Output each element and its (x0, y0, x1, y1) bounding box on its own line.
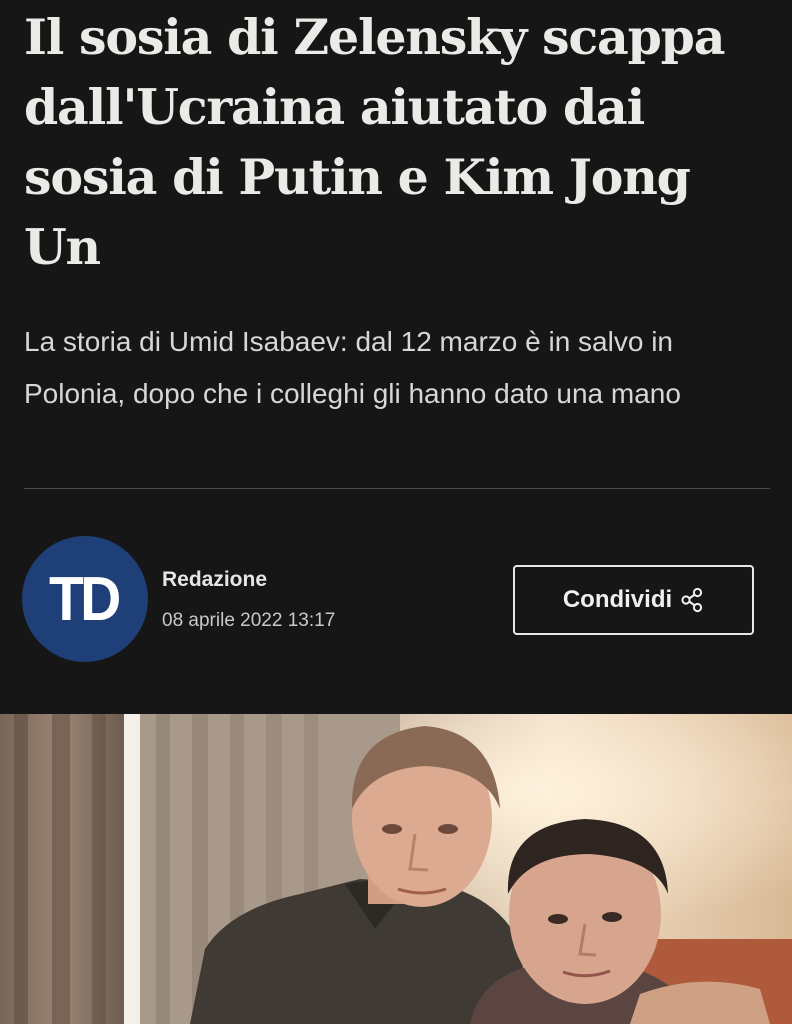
divider (24, 488, 770, 489)
publisher-logo-text: TD (48, 564, 121, 634)
share-button[interactable]: Condividi (513, 565, 754, 635)
article-photo[interactable] (0, 714, 792, 1024)
author-name[interactable]: Redazione (162, 568, 267, 592)
share-button-label: Condividi (562, 586, 673, 613)
byline: TD Redazione 08 aprile 2022 13:17 Condiv… (0, 530, 792, 670)
publish-date: 08 aprile 2022 13:17 (162, 610, 336, 631)
article-headline: Il sosia di Zelensky scappa dall'Ucraina… (24, 8, 725, 276)
article-view: Il sosia di Zelensky scappa dall'Ucraina… (0, 0, 792, 1024)
share-icon (680, 587, 704, 613)
publisher-logo[interactable]: TD (22, 536, 148, 662)
article-subtitle: La storia di Umid Isabaev: dal 12 marzo … (24, 326, 681, 409)
